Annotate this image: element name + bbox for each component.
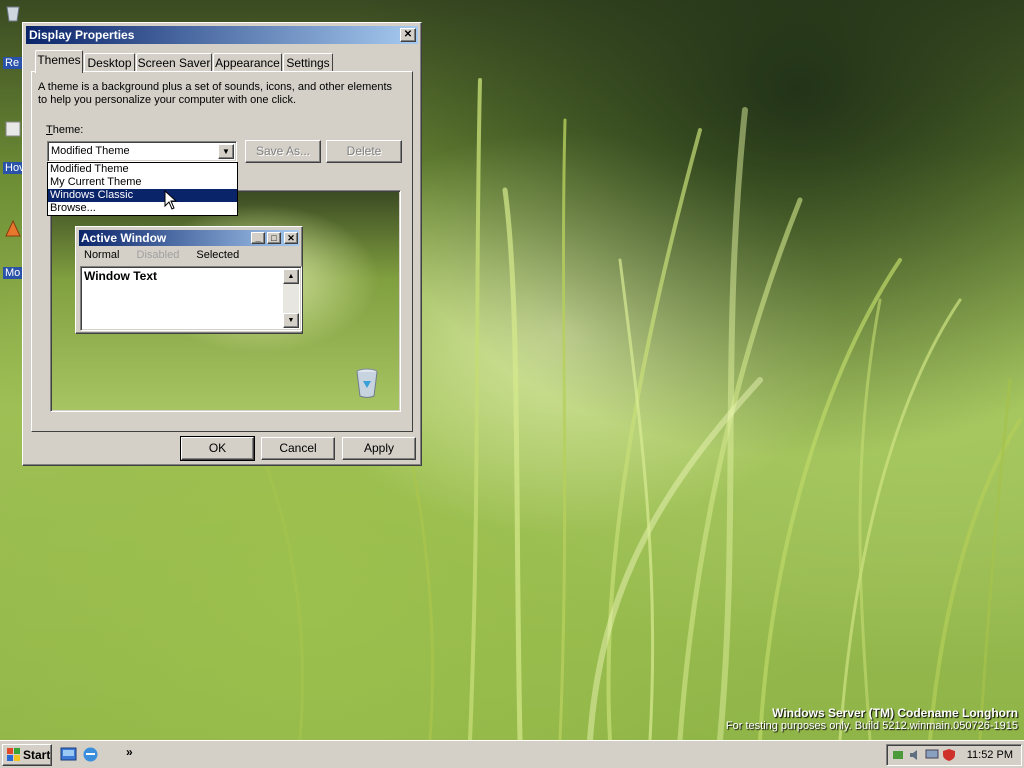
- theme-option-my-current[interactable]: My Current Theme: [48, 176, 237, 189]
- watermark-line2: For testing purposes only. Build 5212.wi…: [725, 720, 1018, 732]
- security-shield-icon[interactable]: [942, 748, 956, 762]
- quicklaunch-chevron[interactable]: »: [126, 745, 133, 759]
- preview-minimize-button: _: [251, 232, 265, 244]
- tab-settings-label: Settings: [286, 56, 330, 70]
- recycle-bin-icon: [356, 368, 378, 398]
- clock: 11:52 PM: [966, 749, 1013, 761]
- close-icon: ✕: [287, 233, 295, 243]
- preview-menu-selected: Selected: [196, 249, 240, 261]
- preview-window-title: Active Window: [81, 231, 167, 245]
- tab-desktop-label: Desktop: [87, 56, 132, 70]
- theme-label-rest: heme:: [52, 124, 84, 136]
- network-icon[interactable]: [891, 748, 905, 762]
- desktop-icon-mozilla[interactable]: [2, 219, 24, 256]
- dialog-title: Display Properties: [29, 28, 135, 42]
- browser-icon: [5, 219, 21, 237]
- tab-desktop[interactable]: Desktop: [84, 53, 135, 72]
- mouse-cursor-icon: [164, 190, 178, 210]
- close-icon: ✕: [403, 29, 413, 40]
- close-button[interactable]: ✕: [400, 28, 416, 42]
- theme-label: Theme:: [46, 124, 84, 136]
- tab-themes[interactable]: Themes: [35, 50, 83, 73]
- cancel-button[interactable]: Cancel: [261, 437, 335, 460]
- maximize-icon: □: [271, 233, 277, 243]
- theme-option-modified[interactable]: Modified Theme: [48, 163, 237, 176]
- tab-appearance-label: Appearance: [215, 56, 280, 70]
- tab-settings[interactable]: Settings: [283, 53, 333, 72]
- windows-logo-icon: [7, 748, 20, 761]
- desktop-icon-recycle-bin[interactable]: [2, 4, 24, 40]
- help-icon: [5, 121, 21, 137]
- tab-screen-saver[interactable]: Screen Saver: [136, 53, 212, 72]
- preview-window-titlebar: Active Window _ □ ✕: [79, 230, 299, 246]
- tab-appearance[interactable]: Appearance: [213, 53, 282, 72]
- preview-window-text-area: Window Text ▲ ▼: [80, 266, 302, 331]
- preview-scrollbar: ▲ ▼: [283, 269, 299, 328]
- start-label: Start: [23, 748, 51, 762]
- preview-window-text: Window Text: [84, 269, 157, 283]
- tab-screen-saver-label: Screen Saver: [137, 56, 211, 70]
- display-icon[interactable]: [925, 748, 939, 762]
- preview-maximize-button: □: [267, 232, 281, 244]
- minimize-icon: _: [255, 233, 261, 243]
- preview-active-window: Active Window _ □ ✕ Normal Disabled Sele…: [75, 226, 303, 334]
- theme-description: A theme is a background plus a set of so…: [38, 81, 393, 106]
- preview-menu-bar: Normal Disabled Selected: [84, 249, 253, 261]
- system-tray: 11:52 PM: [886, 744, 1022, 766]
- theme-option-browse[interactable]: Browse...: [48, 202, 237, 215]
- save-as-button[interactable]: Save As...: [245, 140, 321, 163]
- apply-button[interactable]: Apply: [342, 437, 416, 460]
- display-properties-dialog: Display Properties ✕ Themes Desktop Scre…: [22, 22, 422, 466]
- ie-icon[interactable]: [82, 746, 99, 763]
- desktop-icon-howto[interactable]: [2, 120, 24, 156]
- ok-button[interactable]: OK: [180, 436, 255, 461]
- theme-preview: Active Window _ □ ✕ Normal Disabled Sele…: [50, 190, 401, 412]
- delete-button[interactable]: Delete: [326, 140, 402, 163]
- tab-themes-label: Themes: [37, 53, 81, 67]
- theme-combobox-value: Modified Theme: [51, 145, 130, 157]
- dropdown-arrow-icon: ▼: [222, 147, 230, 156]
- dialog-titlebar[interactable]: Display Properties ✕: [26, 26, 418, 44]
- build-watermark: Windows Server (TM) Codename Longhorn Fo…: [726, 706, 1018, 732]
- volume-icon[interactable]: [908, 748, 922, 762]
- preview-menu-normal: Normal: [84, 249, 120, 261]
- start-button[interactable]: Start: [2, 744, 52, 766]
- scroll-down-icon: ▼: [283, 313, 299, 328]
- theme-combobox[interactable]: Modified Theme ▼: [47, 141, 237, 162]
- watermark-line1: Windows Server (TM) Codename Longhorn: [772, 706, 1018, 720]
- recycle-bin-icon: [6, 6, 20, 22]
- preview-menu-disabled: Disabled: [136, 249, 180, 261]
- preview-close-button: ✕: [284, 232, 298, 244]
- theme-option-windows-classic[interactable]: Windows Classic: [48, 189, 237, 202]
- theme-combobox-arrow[interactable]: ▼: [218, 144, 234, 159]
- scroll-up-icon: ▲: [283, 269, 299, 284]
- theme-dropdown-list: Modified Theme My Current Theme Windows …: [47, 162, 238, 216]
- show-desktop-icon[interactable]: [60, 746, 77, 763]
- taskbar: Start » 11:52 PM: [0, 740, 1024, 768]
